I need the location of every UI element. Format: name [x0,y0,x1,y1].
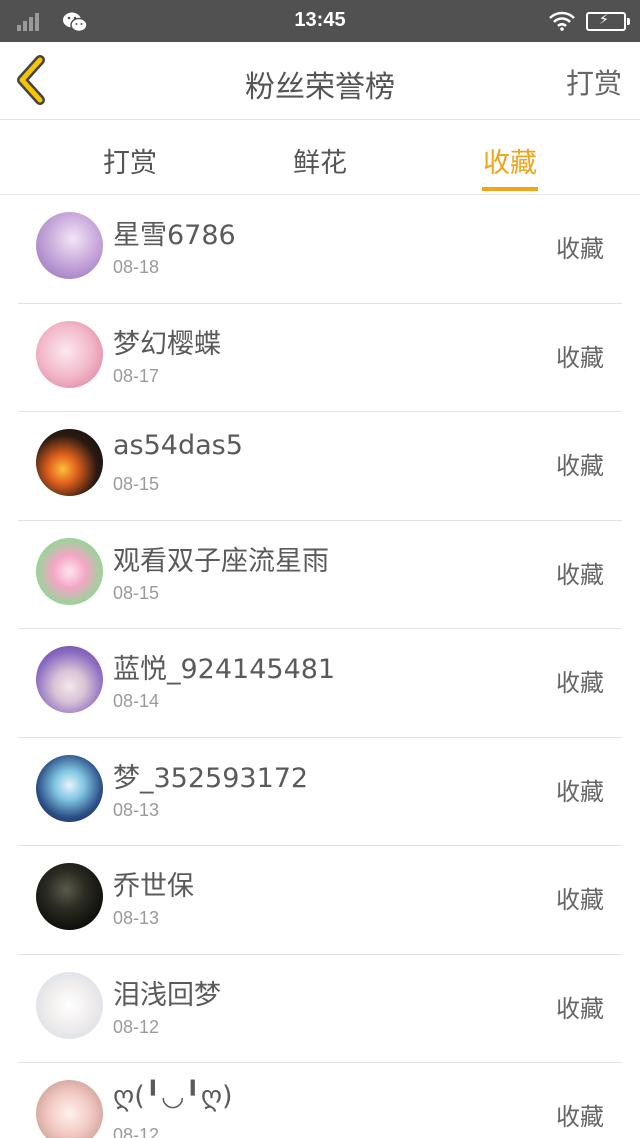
fan-name: 梦_352593172 [113,762,309,794]
avatar[interactable] [36,754,103,822]
fan-date: 08-15 [113,474,160,494]
avatar[interactable] [36,971,103,1039]
list-item[interactable]: 乔世保 08-13 收藏 [18,846,622,955]
fan-date: 08-18 [113,257,160,277]
fan-action: 收藏 [556,1103,604,1131]
status-time: 13:45 [294,9,346,31]
avatar[interactable] [36,320,103,388]
fan-date: 08-12 [113,1125,160,1138]
battery-icon: ⚡ [586,12,630,31]
tab-flowers[interactable]: 鲜花 [240,121,400,195]
fan-name: 梦幻樱蝶 [113,328,221,360]
fan-name: 蓝悦_924145481 [113,654,336,685]
tab-bar: 打赏 鲜花 收藏 [0,121,640,195]
fan-name: 星雪6786 [113,220,236,251]
fan-date: 08-12 [113,1016,160,1037]
fan-date: 08-14 [113,691,160,711]
fan-date: 08-13 [113,908,160,928]
header: 粉丝荣誉榜 打赏 [0,42,640,120]
fan-action: 收藏 [556,452,604,480]
fan-name: ღ(╹◡╹ღ) [113,1081,233,1112]
list-item[interactable]: 梦_352593172 08-13 收藏 [18,738,622,846]
fan-action: 收藏 [556,343,604,372]
fan-name: 乔世保 [113,871,194,902]
avatar[interactable] [36,863,103,930]
list-item[interactable]: 梦幻樱蝶 08-17 收藏 [18,304,622,412]
tab-favorites-label: 收藏 [483,148,537,179]
list-item[interactable]: ღ(╹◡╹ღ) 08-12 收藏 [18,1063,622,1138]
fan-date: 08-15 [113,582,160,603]
list-item[interactable]: 星雪6786 08-18 收藏 [18,195,622,304]
reward-button[interactable]: 打赏 [566,62,622,102]
fan-action: 收藏 [556,994,604,1023]
fan-action: 收藏 [556,235,604,263]
avatar[interactable] [36,1080,103,1138]
fan-name: as54das5 [113,430,243,461]
status-bar: 13:45 ⚡ [0,0,640,42]
tab-flowers-label: 鲜花 [293,148,347,179]
fan-action: 收藏 [556,886,604,914]
avatar[interactable] [36,212,103,279]
fan-name: 观看双子座流星雨 [113,545,329,577]
avatar[interactable] [36,429,103,496]
list-item[interactable]: as54das5 08-15 收藏 [18,412,622,521]
fan-date: 08-13 [113,799,160,820]
avatar[interactable] [36,646,103,713]
fan-name: 泪浅回梦 [113,979,221,1011]
list-item[interactable]: 蓝悦_924145481 08-14 收藏 [18,629,622,738]
tab-favorites[interactable]: 收藏 [430,121,590,195]
tab-reward[interactable]: 打赏 [50,121,210,195]
list-item[interactable]: 观看双子座流星雨 08-15 收藏 [18,521,622,629]
fan-action: 收藏 [556,777,604,806]
list-item[interactable]: 泪浅回梦 08-12 收藏 [18,955,622,1063]
fan-action: 收藏 [556,560,604,589]
tab-reward-label: 打赏 [103,148,157,179]
wifi-icon [549,11,575,35]
fan-list: 星雪6786 08-18 收藏 梦幻樱蝶 08-17 收藏 as54das5 0… [0,195,640,1138]
page-title: 粉丝荣誉榜 [245,70,395,105]
fan-action: 收藏 [556,669,604,697]
avatar[interactable] [36,537,103,605]
active-tab-indicator [482,187,538,191]
fan-date: 08-17 [113,365,160,386]
